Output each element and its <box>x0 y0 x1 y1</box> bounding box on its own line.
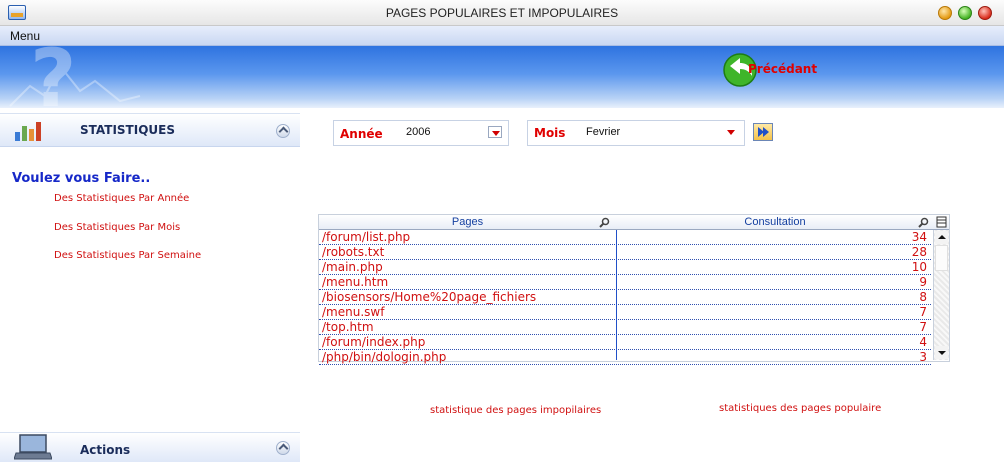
collapse-statistics-button[interactable] <box>276 124 290 138</box>
link-stats-by-week[interactable]: Des Statistiques Par Semaine <box>54 250 201 261</box>
table-row[interactable]: /menu.swf 7 <box>319 305 931 320</box>
statistics-panel-header[interactable]: STATISTIQUES <box>0 113 300 147</box>
actions-panel-header[interactable]: Actions <box>0 432 300 462</box>
cell-count: 28 <box>911 245 927 259</box>
laptop-icon <box>14 434 52 460</box>
collapse-actions-button[interactable] <box>276 441 290 455</box>
back-button-label: Précédant <box>748 62 818 76</box>
cell-count: 7 <box>919 305 927 319</box>
column-divider <box>616 230 617 360</box>
month-select[interactable]: Fevrier <box>580 124 740 142</box>
table-row[interactable]: /biosensors/Home%20page_fichiers 8 <box>319 290 931 305</box>
month-dropdown-arrow-icon[interactable] <box>724 126 738 138</box>
month-filter: Mois Fevrier <box>527 120 745 146</box>
maximize-button[interactable] <box>958 6 972 20</box>
scroll-up-icon[interactable] <box>935 231 948 244</box>
column-header-pages[interactable]: Pages <box>319 216 616 228</box>
cell-page: /menu.swf <box>322 305 385 319</box>
pages-table: Pages Consultation /forum/list.php 34 /ro… <box>318 214 950 365</box>
cell-count: 9 <box>919 275 927 289</box>
apply-filter-button[interactable] <box>753 123 773 141</box>
link-unpopular-pages[interactable]: statistique des pages impopilaires <box>430 405 601 416</box>
scroll-down-icon[interactable] <box>935 346 948 359</box>
cell-page: /menu.htm <box>322 275 389 289</box>
cell-page: /main.php <box>322 260 383 274</box>
search-consultation-icon[interactable] <box>918 217 929 228</box>
year-select[interactable]: 2006 <box>400 124 504 142</box>
table-row[interactable]: /menu.htm 9 <box>319 275 931 290</box>
cell-count: 8 <box>919 290 927 304</box>
year-label: Année <box>340 127 383 141</box>
month-select-value: Fevrier <box>586 126 621 138</box>
cell-count: 4 <box>919 335 927 349</box>
cell-count: 3 <box>919 350 927 364</box>
table-row[interactable]: /robots.txt 28 <box>319 245 931 260</box>
cell-page: /robots.txt <box>322 245 385 259</box>
column-header-consultation[interactable]: Consultation <box>617 216 933 228</box>
menu-bar: Menu <box>0 26 1004 46</box>
bar-chart-icon <box>15 122 41 141</box>
actions-title: Actions <box>80 443 131 457</box>
table-row[interactable]: /forum/list.php 34 <box>319 230 931 245</box>
cell-page: /forum/index.php <box>322 335 426 349</box>
table-row[interactable]: /forum/index.php 4 <box>319 335 931 350</box>
close-button[interactable] <box>978 6 992 20</box>
header-banner: ? <box>0 46 1004 108</box>
minimize-button[interactable] <box>938 6 952 20</box>
table-body: /forum/list.php 34 /robots.txt 28 /main.ph… <box>319 230 931 365</box>
title-bar: PAGES POPULAIRES ET IMPOPULAIRES <box>0 0 1004 26</box>
cell-count: 7 <box>919 320 927 334</box>
table-row[interactable]: /main.php 10 <box>319 260 931 275</box>
search-pages-icon[interactable] <box>599 217 610 228</box>
year-dropdown-arrow-icon[interactable] <box>488 126 502 138</box>
table-row[interactable]: /top.htm 7 <box>319 320 931 335</box>
table-options-icon[interactable] <box>936 216 947 228</box>
cell-count: 10 <box>911 260 927 274</box>
section-question: Voulez vous Faire.. <box>12 171 151 186</box>
table-header: Pages Consultation <box>319 215 949 230</box>
table-scrollbar[interactable] <box>933 230 949 360</box>
cell-count: 34 <box>911 230 927 244</box>
cell-page: /forum/list.php <box>322 230 411 244</box>
table-row[interactable]: /php/bin/dologin.php 3 <box>319 350 931 365</box>
cell-page: /top.htm <box>322 320 374 334</box>
month-label: Mois <box>534 126 566 140</box>
window-title: PAGES POPULAIRES ET IMPOPULAIRES <box>385 6 619 20</box>
question-mark-watermark-icon: ? <box>9 46 141 108</box>
scroll-thumb[interactable] <box>935 245 948 271</box>
link-stats-by-month[interactable]: Des Statistiques Par Mois <box>54 222 180 233</box>
link-popular-pages[interactable]: statistiques des pages populaire <box>719 403 881 414</box>
cell-page: /biosensors/Home%20page_fichiers <box>322 290 537 304</box>
cell-page: /php/bin/dologin.php <box>322 350 447 364</box>
statistics-title: STATISTIQUES <box>80 123 175 137</box>
link-stats-by-year[interactable]: Des Statistiques Par Année <box>54 193 189 204</box>
year-filter: Année 2006 <box>333 120 509 146</box>
menu-item-menu[interactable]: Menu <box>10 29 40 43</box>
back-button[interactable]: Précédant <box>722 52 852 88</box>
year-select-value: 2006 <box>406 126 431 138</box>
